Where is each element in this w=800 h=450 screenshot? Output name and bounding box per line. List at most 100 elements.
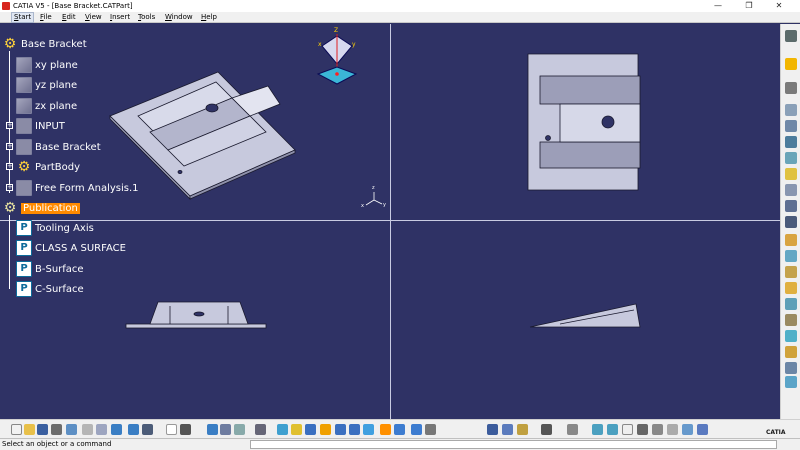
set-icon[interactable]	[667, 424, 678, 435]
tree-node-publication[interactable]: ⚙ Publication	[2, 199, 80, 217]
rule-icon[interactable]	[637, 424, 648, 435]
tree-root-node[interactable]: ⚙ Base Bracket	[2, 35, 87, 53]
expand-toggle-input[interactable]: +	[6, 122, 13, 129]
knowledge-icon[interactable]	[592, 424, 603, 435]
tree-node-base-bracket[interactable]: Base Bracket	[16, 138, 101, 156]
instantiate-icon[interactable]	[785, 362, 797, 374]
menu-start[interactable]: Start	[11, 12, 35, 23]
undo-icon[interactable]	[111, 424, 122, 435]
save-icon[interactable]	[37, 424, 48, 435]
tree-node-input[interactable]: INPUT	[16, 117, 65, 135]
fillet-icon[interactable]	[785, 200, 797, 212]
restore-button[interactable]: ❐	[737, 0, 761, 12]
parameters-icon[interactable]	[607, 424, 618, 435]
extrude-icon[interactable]	[785, 120, 797, 132]
close-button[interactable]: ✕	[767, 0, 791, 12]
expand-toggle-analysis[interactable]: +	[6, 184, 13, 191]
open-folder-icon[interactable]	[24, 424, 35, 435]
repetition-icon[interactable]	[785, 266, 797, 278]
menu-view[interactable]: View	[83, 12, 104, 23]
command-input[interactable]	[250, 440, 777, 449]
eraser-icon[interactable]	[697, 424, 708, 435]
zoom-in-icon[interactable]	[335, 424, 346, 435]
tree-node-yz-plane[interactable]: yz plane	[16, 76, 77, 94]
menu-window[interactable]: Window	[163, 12, 195, 23]
tree-node-tooling-axis[interactable]: P Tooling Axis	[16, 219, 94, 237]
law-icon[interactable]	[785, 250, 797, 262]
reaction-icon[interactable]	[682, 424, 693, 435]
tree-node-xy-plane[interactable]: xy plane	[16, 56, 78, 74]
scan-icon[interactable]	[785, 376, 797, 388]
swap-space-icon[interactable]	[425, 424, 436, 435]
tree-node-label: C-Surface	[35, 283, 84, 295]
redo-icon[interactable]	[128, 424, 139, 435]
menu-tools[interactable]: Tools	[136, 12, 157, 23]
box-icon[interactable]	[785, 314, 797, 326]
expand-toggle-partbody[interactable]: +	[6, 163, 13, 170]
table-icon[interactable]	[255, 424, 266, 435]
boolean-icon[interactable]	[567, 424, 578, 435]
menu-file[interactable]: File	[38, 12, 54, 23]
tree-node-c-surface[interactable]: P C-Surface	[16, 280, 84, 298]
isometric-view-icon[interactable]	[380, 424, 391, 435]
normal-view-icon[interactable]	[363, 424, 374, 435]
draw-icon[interactable]	[785, 82, 797, 94]
fit-all-icon[interactable]	[291, 424, 302, 435]
measure-icon[interactable]	[487, 424, 498, 435]
analysis-tool-icon[interactable]	[785, 298, 797, 310]
update-icon[interactable]	[207, 424, 218, 435]
print-icon[interactable]	[51, 424, 62, 435]
compass-widget	[316, 34, 358, 85]
copy-icon[interactable]	[82, 424, 93, 435]
top-view-part	[527, 53, 641, 191]
surface-icon[interactable]	[785, 136, 797, 148]
tree-node-class-a-surface[interactable]: P CLASS A SURFACE	[16, 239, 126, 257]
new-file-icon[interactable]	[11, 424, 22, 435]
tree-node-zx-plane[interactable]: zx plane	[16, 97, 77, 115]
curvature-icon[interactable]	[785, 330, 797, 342]
join-icon[interactable]	[785, 168, 797, 180]
whats-this-icon[interactable]	[142, 424, 153, 435]
expand-toggle-base-bracket[interactable]: +	[6, 143, 13, 150]
menu-insert[interactable]: Insert	[108, 12, 132, 23]
tree-node-partbody[interactable]: ⚙ PartBody	[16, 158, 80, 176]
formula-icon[interactable]	[166, 424, 177, 435]
axis-system-icon[interactable]	[785, 346, 797, 358]
catia-app-icon	[2, 2, 10, 10]
fill-icon[interactable]	[785, 152, 797, 164]
menu-help[interactable]: Help	[199, 12, 219, 23]
select-arrow-icon[interactable]	[785, 58, 797, 70]
viewport-divider-horizontal[interactable]	[0, 220, 780, 221]
pan-icon[interactable]	[305, 424, 316, 435]
menu-edit[interactable]: Edit	[60, 12, 78, 23]
comment-icon[interactable]	[180, 424, 191, 435]
paste-icon[interactable]	[96, 424, 107, 435]
cut-icon[interactable]	[66, 424, 77, 435]
apply-material-icon[interactable]	[517, 424, 528, 435]
minimize-button[interactable]: —	[706, 0, 730, 12]
publication-icon: P	[16, 220, 32, 236]
cube-icon[interactable]	[785, 282, 797, 294]
tree-node-free-form-analysis[interactable]: Free Form Analysis.1	[16, 179, 139, 197]
hide-show-icon[interactable]	[411, 424, 422, 435]
formula-editor-icon[interactable]	[622, 424, 633, 435]
tree-view-icon[interactable]	[234, 424, 245, 435]
publication-icon: P	[16, 261, 32, 277]
catalog-icon[interactable]	[220, 424, 231, 435]
tree-node-b-surface[interactable]: P B-Surface	[16, 260, 84, 278]
geometry-viewport[interactable]: ⚙ Base Bracket xy plane yz plane zx plan…	[0, 24, 780, 419]
sketcher-icon[interactable]	[785, 30, 797, 42]
exit-workbench-icon[interactable]	[785, 104, 797, 116]
rotate-icon[interactable]	[320, 424, 331, 435]
viewport-divider-vertical[interactable]	[390, 24, 391, 419]
extrapolate-icon[interactable]	[785, 234, 797, 246]
window-title: CATIA V5 - [Base Bracket.CATPart]	[13, 2, 133, 10]
shading-icon[interactable]	[394, 424, 405, 435]
fly-mode-icon[interactable]	[277, 424, 288, 435]
zoom-out-icon[interactable]	[349, 424, 360, 435]
render-icon[interactable]	[541, 424, 552, 435]
split-icon[interactable]	[785, 184, 797, 196]
measure-item-icon[interactable]	[502, 424, 513, 435]
check-icon[interactable]	[652, 424, 663, 435]
translate-icon[interactable]	[785, 216, 797, 228]
